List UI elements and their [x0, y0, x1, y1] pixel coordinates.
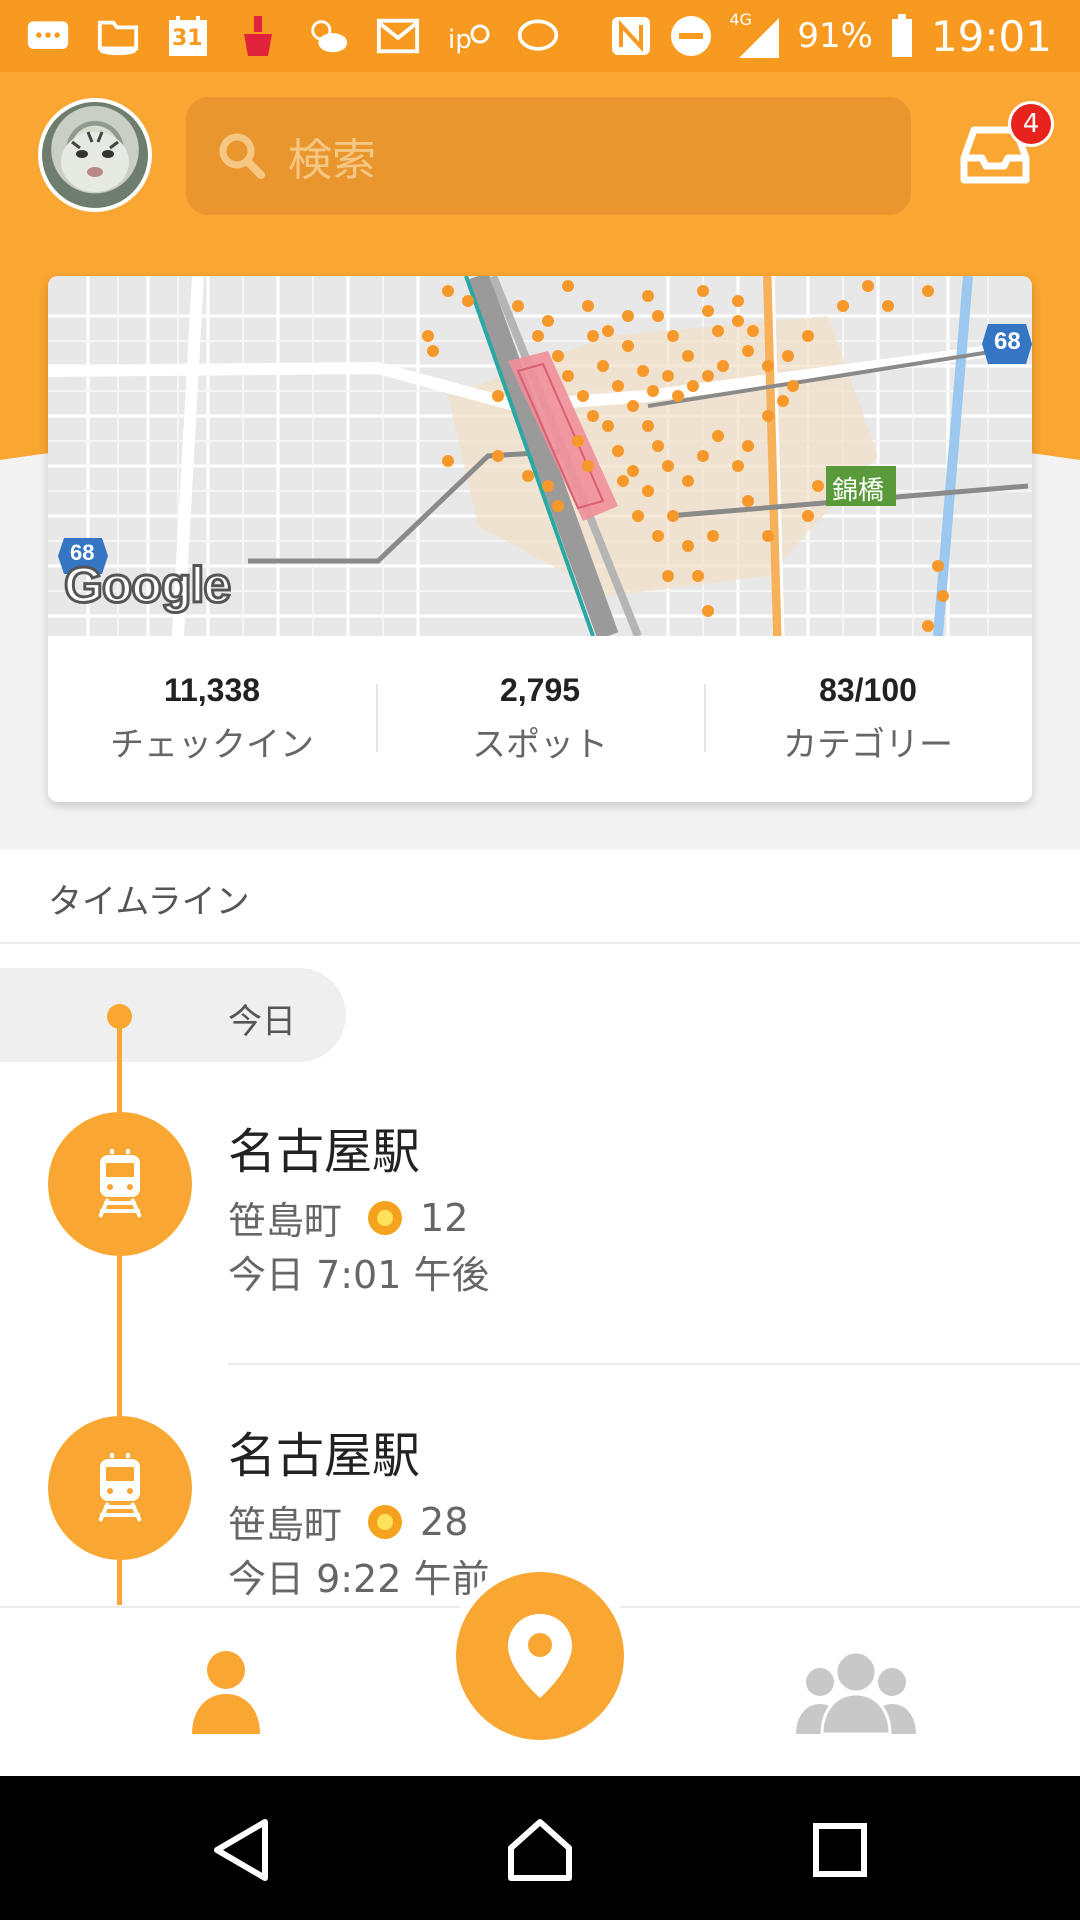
back-button[interactable]	[202, 1810, 282, 1890]
home-button[interactable]	[500, 1810, 580, 1890]
stats-card: 68 68 錦橋 Google 11,338 チェックイン 2,795 スポット…	[48, 276, 1032, 802]
stat-categories[interactable]: 83/100 カテゴリー	[704, 636, 1032, 802]
calendar-icon: 31	[166, 14, 210, 58]
place-label: 錦橋	[832, 476, 885, 506]
venue-meta: 笹島町 12	[228, 1190, 468, 1245]
system-status: 4G 91% 19:01	[609, 6, 1052, 66]
google-logo: Google	[62, 556, 232, 615]
network-type: 4G	[729, 10, 752, 29]
stats-row: 11,338 チェックイン 2,795 スポット 83/100 カテゴリー	[48, 636, 1032, 802]
coin-icon	[368, 1504, 403, 1539]
location-pin-icon	[508, 1614, 572, 1698]
checkin-time: 今日 7:01 午後	[228, 1253, 490, 1297]
clock: 19:01	[930, 11, 1052, 61]
stat-label: カテゴリー	[783, 725, 953, 765]
venue-area: 笹島町	[228, 1503, 343, 1547]
do-not-disturb-icon	[669, 14, 713, 58]
train-category-badge[interactable]	[48, 1416, 192, 1560]
battery-percent: 91%	[797, 16, 873, 56]
friends-icon	[796, 1650, 916, 1736]
home-icon	[508, 1819, 572, 1881]
train-category-badge[interactable]	[48, 1112, 192, 1256]
chat-icon	[516, 14, 560, 58]
stat-label: チェックイン	[110, 725, 314, 765]
venue-area: 笹島町	[228, 1199, 343, 1243]
battery-icon	[889, 14, 915, 58]
train-icon	[98, 1149, 142, 1218]
status-bar: 31 ip 4G 91% 19:01	[0, 0, 1080, 72]
stat-label: スポット	[472, 725, 608, 765]
stat-spots[interactable]: 2,795 スポット	[376, 636, 704, 802]
coin-count: 28	[420, 1499, 469, 1544]
person-icon	[192, 1651, 260, 1734]
search-bar[interactable]: 検索	[186, 97, 911, 215]
calendar-day: 31	[172, 26, 203, 51]
cleaner-icon	[236, 14, 280, 58]
mail-icon	[376, 14, 420, 58]
nfc-icon	[609, 14, 653, 58]
back-icon	[214, 1819, 268, 1881]
signal-icon: 4G	[729, 10, 781, 58]
route-68-label: 68	[994, 328, 1021, 355]
train-icon	[98, 1453, 142, 1522]
search-icon	[214, 128, 270, 184]
folder-icon	[96, 14, 140, 58]
checkin-map[interactable]: 68 68 錦橋 Google	[48, 276, 1032, 640]
timeline-title: タイムライン	[48, 882, 250, 922]
checkin-button[interactable]	[456, 1572, 624, 1740]
today-label: 今日	[228, 1002, 296, 1042]
venue-meta: 笹島町 28	[228, 1494, 468, 1549]
stat-checkins[interactable]: 11,338 チェックイン	[48, 636, 376, 802]
svg-text:ip: ip	[448, 25, 472, 55]
system-nav-bar	[0, 1776, 1080, 1920]
ip-app-icon: ip	[446, 14, 490, 58]
checkin-time: 今日 9:22 午前	[228, 1557, 490, 1601]
stat-value: 11,338	[163, 672, 261, 708]
user-avatar[interactable]	[38, 98, 152, 212]
notification-icons: 31 ip	[26, 10, 560, 62]
recents-icon	[813, 1823, 867, 1877]
entry-divider	[228, 1363, 1080, 1365]
nav-profile[interactable]	[190, 1650, 262, 1734]
inbox-badge: 4	[1008, 101, 1054, 147]
message-icon	[26, 14, 70, 58]
today-dot	[107, 1004, 132, 1029]
search-placeholder: 検索	[288, 135, 376, 186]
nav-friends[interactable]	[796, 1650, 916, 1736]
coin-icon	[368, 1200, 403, 1235]
stat-value: 2,795	[499, 672, 581, 708]
coin-count: 12	[420, 1195, 469, 1240]
venue-name[interactable]: 名古屋駅	[228, 1112, 420, 1182]
stat-value: 83/100	[819, 672, 917, 708]
recents-button[interactable]	[800, 1810, 880, 1890]
weather-icon	[306, 14, 350, 58]
venue-name[interactable]: 名古屋駅	[228, 1416, 420, 1486]
timeline-header: タイムライン	[0, 852, 1080, 944]
